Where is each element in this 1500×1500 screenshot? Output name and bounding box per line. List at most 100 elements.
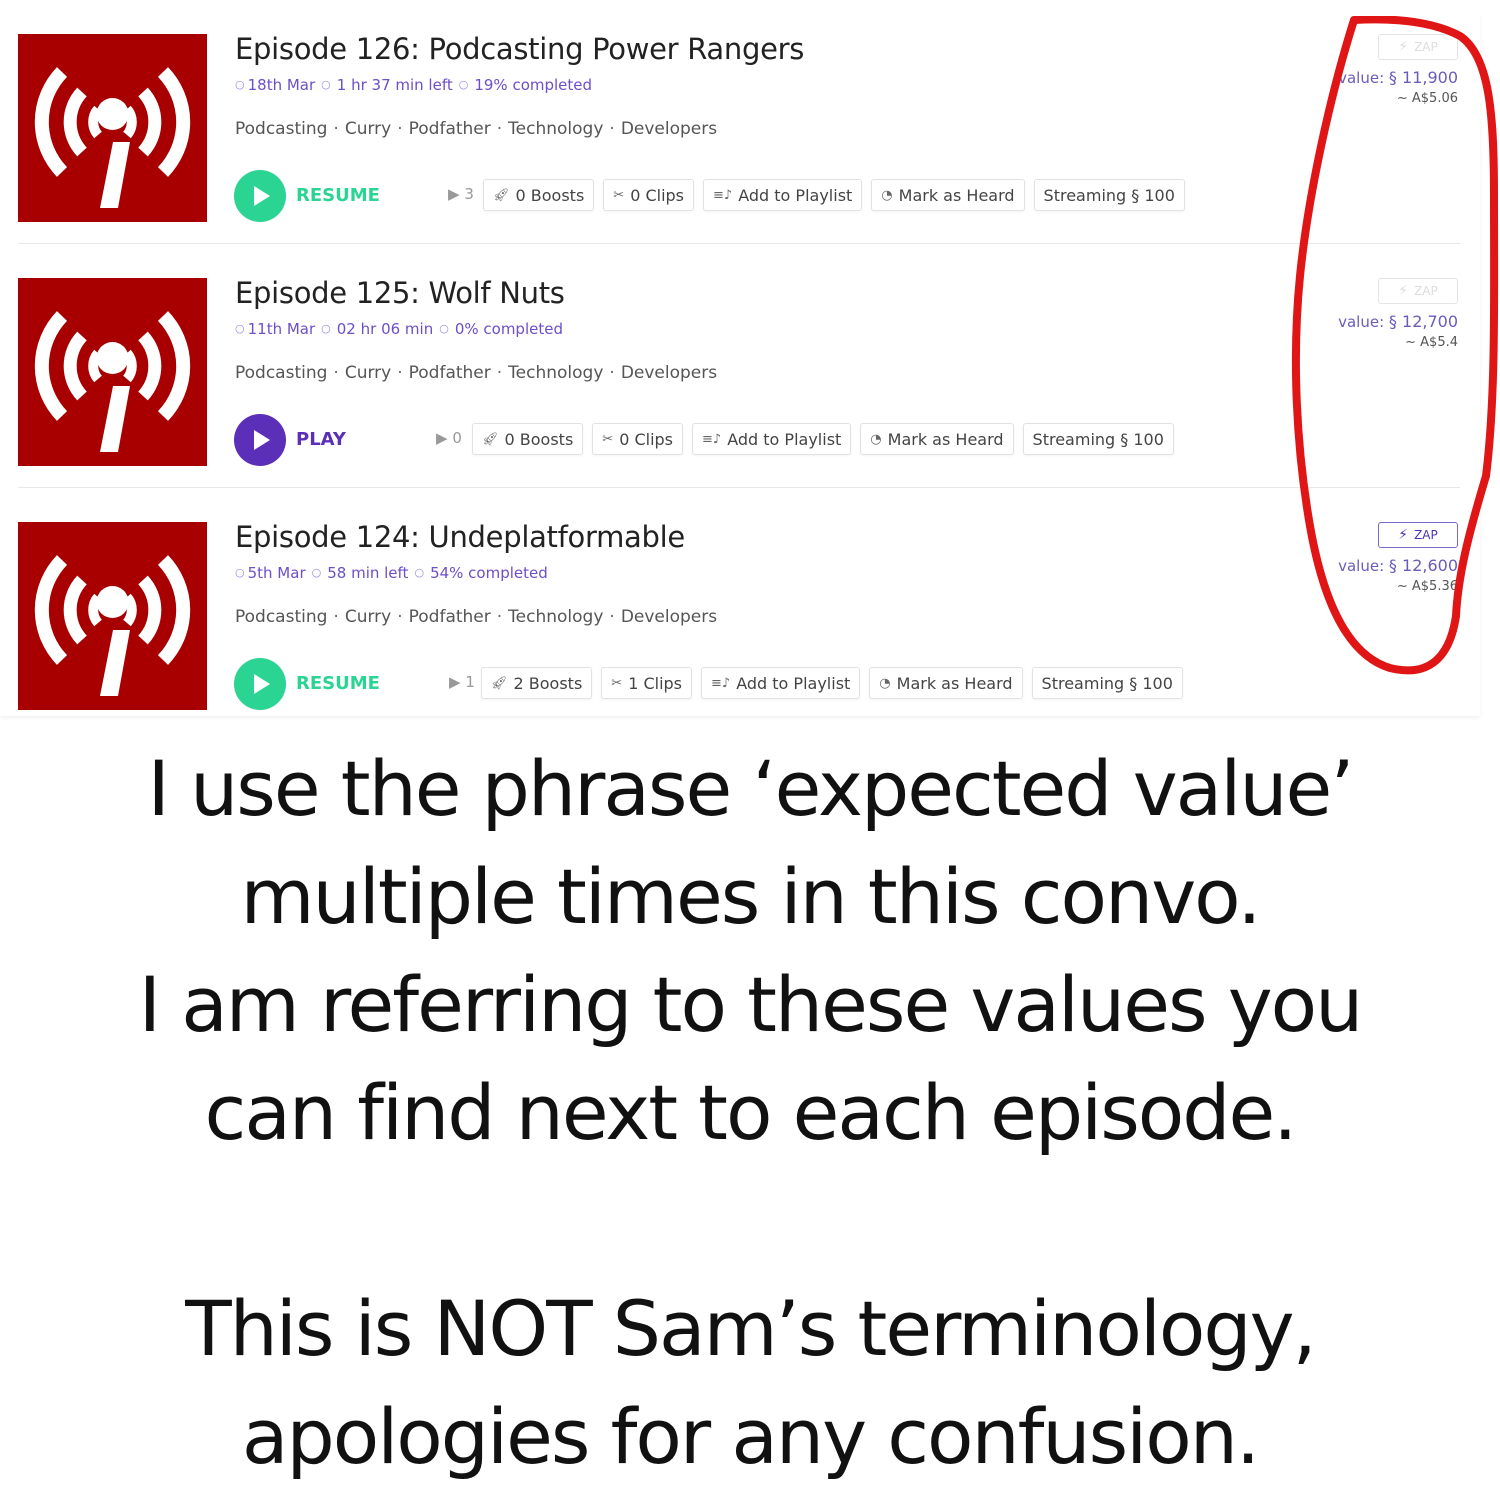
episode-artwork[interactable] xyxy=(18,278,207,466)
zap-button[interactable]: ⚡︎ ZAP xyxy=(1378,522,1458,548)
caption-line: I use the phrase ‘expected value’ xyxy=(147,744,1355,833)
play-count-icon: ▶ xyxy=(436,429,448,447)
play-icon xyxy=(234,414,286,466)
episode-tag[interactable]: Developers xyxy=(621,607,717,627)
zap-button[interactable]: ⚡︎ ZAP xyxy=(1378,278,1458,304)
episode-value-panel: ⚡︎ ZAP value: § 11,900 ~ A$5.06 xyxy=(1278,34,1458,106)
episode-tag[interactable]: Technology xyxy=(508,363,603,383)
episode-tag[interactable]: Curry xyxy=(345,607,391,627)
episode-divider xyxy=(18,243,1460,244)
lightning-bolt-icon: ⚡︎ xyxy=(1398,527,1409,543)
streaming-value-button[interactable]: Streaming § 100 xyxy=(1022,423,1174,455)
episode-meta: ○ 5th Mar ○ 58 min left ○ 54% completed xyxy=(235,564,548,582)
boosts-button[interactable]: 🚀︎ 0 Boosts xyxy=(472,423,584,455)
episode-date: 5th Mar xyxy=(247,564,306,582)
episode-progress: 19% completed xyxy=(474,76,593,94)
episode-title[interactable]: Episode 126: Podcasting Power Rangers xyxy=(235,32,804,66)
episode-tag[interactable]: Podfather xyxy=(409,363,491,383)
tag-separator: · xyxy=(609,607,615,627)
episode-tag[interactable]: Developers xyxy=(621,363,717,383)
play-count: ▶ 3 xyxy=(448,185,474,203)
caption-line: This is NOT Sam’s terminology, xyxy=(185,1284,1317,1373)
lightning-bolt-icon: ⚡︎ xyxy=(1398,283,1409,299)
play-icon xyxy=(234,170,286,222)
play-state-label[interactable]: PLAY xyxy=(296,429,346,450)
episode-tag[interactable]: Curry xyxy=(345,119,391,139)
tag-separator: · xyxy=(609,119,615,139)
episode-tag[interactable]: Technology xyxy=(508,119,603,139)
episode-tag[interactable]: Podcasting xyxy=(235,607,327,627)
rocket-icon: 🚀︎ xyxy=(482,431,499,447)
mark-as-heard-button[interactable]: ◔ Mark as Heard xyxy=(860,423,1014,455)
episode-value-fiat: ~ A$5.36 xyxy=(1396,579,1458,594)
mark-as-heard-button[interactable]: ◔ Mark as Heard xyxy=(869,667,1023,699)
episode-value: value: § 12,600 xyxy=(1338,556,1458,575)
episode-actions: 🚀︎ 0 Boosts ✂ 0 Clips ≡♪ Add to Playlist ◔ M… xyxy=(483,179,1185,211)
play-button[interactable] xyxy=(234,170,286,222)
episode-duration: 58 min left xyxy=(327,564,409,582)
ear-icon: ◔ xyxy=(879,675,891,691)
episode-item: Episode 125: Wolf Nuts ○ 11th Mar ○ 02 hr 0… xyxy=(0,262,1480,506)
episode-tag[interactable]: Podcasting xyxy=(235,119,327,139)
episode-value-panel: ⚡︎ ZAP value: § 12,700 ~ A$5.4 xyxy=(1278,278,1458,350)
episode-tag[interactable]: Curry xyxy=(345,363,391,383)
ear-icon: ◔ xyxy=(881,187,893,203)
boosts-button[interactable]: 🚀︎ 0 Boosts xyxy=(483,179,595,211)
episode-title[interactable]: Episode 124: Undeplatformable xyxy=(235,520,685,554)
episode-meta: ○ 18th Mar ○ 1 hr 37 min left ○ 19% completed xyxy=(235,76,593,94)
tag-separator: · xyxy=(397,119,403,139)
rocket-icon: 🚀︎ xyxy=(491,675,508,691)
add-to-playlist-button[interactable]: ≡♪ Add to Playlist xyxy=(701,667,861,699)
clips-button[interactable]: ✂ 0 Clips xyxy=(592,423,684,455)
streaming-value-button[interactable]: Streaming § 100 xyxy=(1033,179,1185,211)
mark-as-heard-button[interactable]: ◔ Mark as Heard xyxy=(871,179,1025,211)
rocket-icon: 🚀︎ xyxy=(493,187,510,203)
episode-tags: Podcasting · Curry · Podfather · Technology · De… xyxy=(235,363,717,383)
streaming-value-button[interactable]: Streaming § 100 xyxy=(1031,667,1183,699)
episode-tag[interactable]: Podfather xyxy=(409,607,491,627)
episode-tag[interactable]: Developers xyxy=(621,119,717,139)
playlist-add-icon: ≡♪ xyxy=(702,431,722,447)
tag-separator: · xyxy=(397,607,403,627)
clips-button[interactable]: ✂ 1 Clips xyxy=(601,667,693,699)
caption-block-1: I use the phrase ‘expected value’ multipl… xyxy=(0,735,1500,1167)
episode-artwork[interactable] xyxy=(18,34,207,222)
podcast-broadcast-icon xyxy=(18,278,207,466)
episode-title[interactable]: Episode 125: Wolf Nuts xyxy=(235,276,565,310)
add-to-playlist-button[interactable]: ≡♪ Add to Playlist xyxy=(692,423,852,455)
tag-separator: · xyxy=(496,607,503,627)
episode-artwork[interactable] xyxy=(18,522,207,710)
caption-line: I am referring to these values you xyxy=(138,960,1364,1049)
scissors-icon: ✂ xyxy=(602,431,614,447)
episode-value-fiat: ~ A$5.06 xyxy=(1396,91,1458,106)
boosts-button[interactable]: 🚀︎ 2 Boosts xyxy=(481,667,593,699)
play-count: ▶ 1 xyxy=(449,673,475,691)
play-state-label[interactable]: RESUME xyxy=(296,185,380,206)
episode-tag[interactable]: Technology xyxy=(508,607,603,627)
zap-button[interactable]: ⚡︎ ZAP xyxy=(1378,34,1458,60)
playlist-add-icon: ≡♪ xyxy=(713,187,733,203)
podcast-broadcast-icon xyxy=(18,522,207,710)
tag-separator: · xyxy=(333,119,339,139)
episode-value: value: § 11,900 xyxy=(1338,68,1458,87)
tag-separator: · xyxy=(333,363,339,383)
episode-item: Episode 124: Undeplatformable ○ 5th Mar ○ 5… xyxy=(0,506,1480,750)
episode-tag[interactable]: Podcasting xyxy=(235,363,327,383)
play-button[interactable] xyxy=(234,414,286,466)
episode-value-panel: ⚡︎ ZAP value: § 12,600 ~ A$5.36 xyxy=(1278,522,1458,594)
episode-duration: 1 hr 37 min left xyxy=(336,76,453,94)
episode-divider xyxy=(18,487,1460,488)
scissors-icon: ✂ xyxy=(613,187,625,203)
play-button[interactable] xyxy=(234,658,286,710)
episode-meta: ○ 11th Mar ○ 02 hr 06 min ○ 0% completed xyxy=(235,320,563,338)
caption-line: multiple times in this convo. xyxy=(240,852,1262,941)
podcast-broadcast-icon xyxy=(18,34,207,222)
tag-separator: · xyxy=(496,363,503,383)
episode-tag[interactable]: Podfather xyxy=(409,119,491,139)
caption-line: can find next to each episode. xyxy=(204,1068,1298,1157)
clips-button[interactable]: ✂ 0 Clips xyxy=(603,179,695,211)
episode-item: Episode 126: Podcasting Power Rangers ○ 1… xyxy=(0,18,1480,262)
add-to-playlist-button[interactable]: ≡♪ Add to Playlist xyxy=(703,179,863,211)
caption-line: apologies for any confusion. xyxy=(241,1392,1260,1481)
play-state-label[interactable]: RESUME xyxy=(296,673,380,694)
